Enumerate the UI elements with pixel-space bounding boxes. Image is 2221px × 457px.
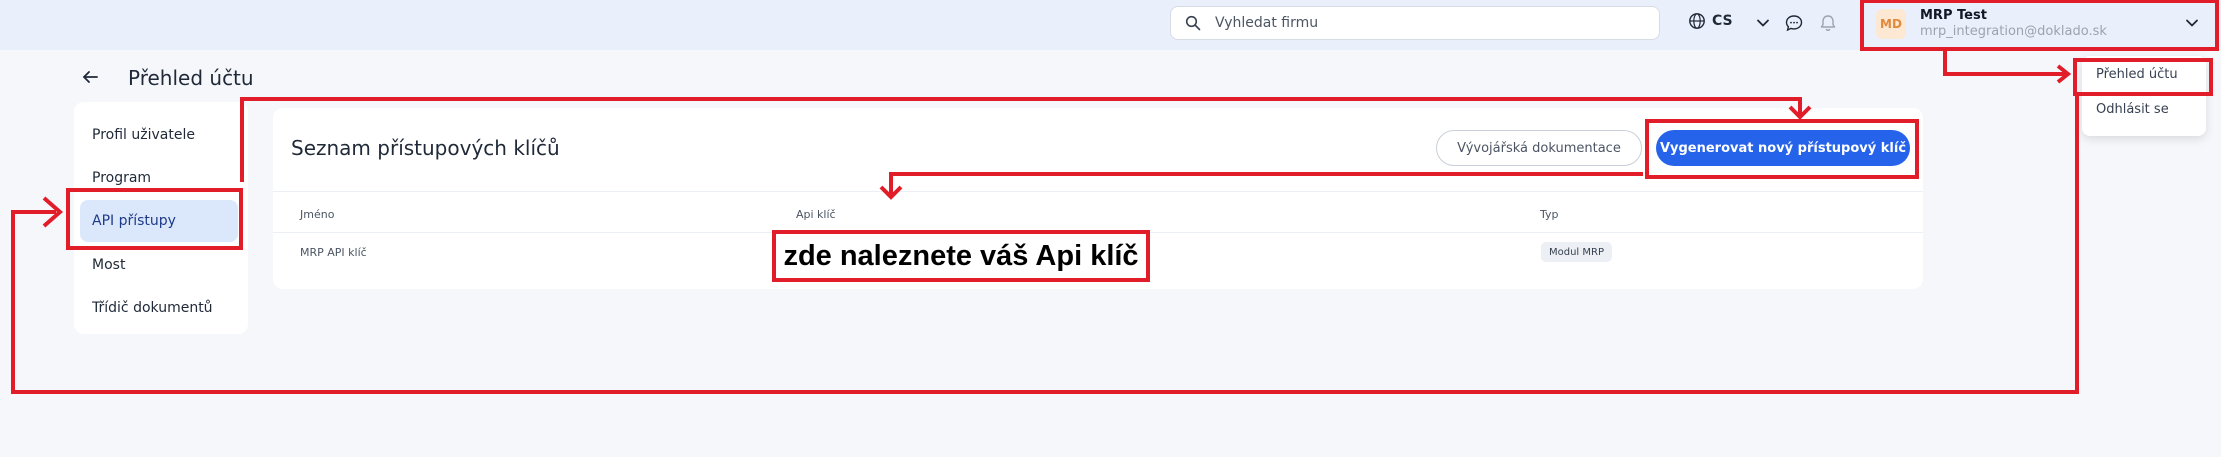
globe-icon [1689,13,1705,29]
column-header-name: Jméno [300,208,335,221]
card-title: Seznam přístupových klíčů [291,136,560,160]
sidebar-item-label: Most [92,257,126,273]
sidebar-item-document-sorter[interactable]: Třídič dokumentů [80,287,238,329]
column-header-api-key: Api klíč [796,208,836,221]
column-header-type: Typ [1540,208,1559,221]
sidebar-item-program[interactable]: Program [80,157,238,199]
developer-docs-button[interactable]: Vývojářská dokumentace [1436,130,1642,166]
menu-item-account-overview[interactable]: Přehled účtu [2096,67,2178,82]
user-dropdown-menu: Přehled účtu Odhlásit se [2082,56,2206,136]
chevron-down-icon[interactable] [1754,14,1772,32]
sidebar-item-label: Třídič dokumentů [92,300,213,316]
search-input[interactable] [1215,15,1635,31]
sidebar: Profil uživatele Program API přístupy Mo… [74,102,248,334]
generate-key-button[interactable]: Vygenerovat nový přístupový klíč [1656,130,1910,166]
user-menu[interactable]: MD MRP Test mrp_integration@doklado.sk [1862,0,2217,48]
language-label: CS [1712,13,1733,29]
top-bar: CS MD MRP Test mrp_integration@doklado.s… [0,0,2221,50]
chevron-down-icon[interactable] [2183,14,2201,32]
sidebar-item-label: API přístupy [92,213,176,229]
type-badge: Modul MRP [1541,242,1612,262]
avatar: MD [1876,9,1906,39]
user-email: mrp_integration@doklado.sk [1920,24,2107,39]
sidebar-item-user-profile[interactable]: Profil uživatele [80,114,238,156]
arrow-head [42,196,64,228]
menu-item-logout[interactable]: Odhlásit se [2096,102,2169,117]
bell-icon[interactable] [1818,13,1838,33]
search-icon [1185,15,1201,31]
page-title: Přehled účtu [128,66,254,90]
sidebar-item-bridge[interactable]: Most [80,244,238,286]
annotation-callout: zde naleznete váš Api klíč [772,230,1150,282]
chat-icon[interactable] [1784,13,1804,33]
cell-key-name: MRP API klíč [300,246,367,259]
arrow-line [1943,49,2068,76]
sidebar-item-api-access[interactable]: API přístupy [80,200,238,242]
company-search[interactable] [1170,6,1660,40]
sidebar-item-label: Program [92,170,152,186]
back-arrow-icon[interactable] [80,66,102,88]
sidebar-item-label: Profil uživatele [92,127,195,143]
user-name: MRP Test [1920,8,1987,23]
divider [273,191,1923,192]
language-selector[interactable]: CS [1688,12,1733,30]
arrow-head [2056,64,2072,84]
